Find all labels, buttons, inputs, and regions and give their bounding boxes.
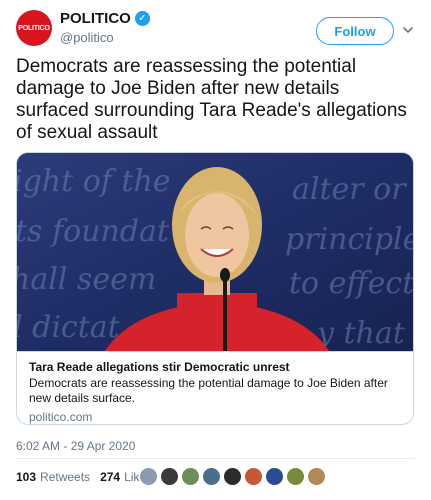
chevron-down-icon[interactable]	[402, 24, 414, 36]
svg-text:principle: principle	[285, 222, 414, 257]
liker-avatar-6[interactable]	[244, 467, 263, 486]
follow-button[interactable]: Follow	[316, 17, 394, 45]
retweets-count: 103	[16, 470, 37, 484]
liker-avatar-5[interactable]	[223, 467, 242, 486]
author-handle[interactable]: @politico	[60, 30, 150, 45]
link-card[interactable]: ight of the alter or t ts foundat princi…	[16, 152, 414, 425]
tweet-header: POLITICO POLITICO ✓ @politico Follow	[16, 10, 415, 50]
svg-text:hall seem: hall seem	[17, 262, 156, 297]
liker-avatar-7[interactable]	[265, 467, 284, 486]
liker-avatars	[139, 467, 328, 486]
card-image: ight of the alter or t ts foundat princi…	[17, 153, 414, 351]
svg-text:l dictat: l dictat	[17, 310, 121, 345]
tweet-text: Democrats are reassessing the potential …	[16, 56, 407, 143]
liker-avatar-8[interactable]	[286, 467, 305, 486]
author-avatar[interactable]: POLITICO	[16, 10, 52, 46]
card-title: Tara Reade allegations stir Democratic u…	[29, 360, 290, 374]
author-name-row: POLITICO ✓	[60, 10, 150, 27]
tweet-timestamp[interactable]: 6:02 AM - 29 Apr 2020	[16, 439, 135, 453]
svg-text:to effect th: to effect th	[289, 266, 414, 301]
card-photo: ight of the alter or t ts foundat princi…	[17, 153, 414, 351]
card-description: Democrats are reassessing the potential …	[29, 376, 388, 405]
divider	[16, 458, 415, 459]
verified-badge-icon: ✓	[134, 11, 150, 26]
svg-text:y that G: y that G	[315, 316, 414, 351]
retweets-label: Retweets	[40, 470, 91, 484]
liker-avatar-9[interactable]	[307, 467, 326, 486]
retweets-stat[interactable]: 103 Retweets	[16, 470, 90, 484]
author-name-block[interactable]: POLITICO ✓ @politico	[60, 10, 150, 45]
liker-avatar-1[interactable]	[139, 467, 158, 486]
card-domain: politico.com	[29, 410, 93, 424]
liker-avatar-4[interactable]	[202, 467, 221, 486]
liker-avatar-3[interactable]	[181, 467, 200, 486]
author-display-name[interactable]: POLITICO	[60, 10, 131, 27]
svg-text:ight of the: ight of the	[17, 164, 171, 199]
svg-text:ts foundat: ts foundat	[17, 214, 170, 249]
svg-text:alter or t: alter or t	[292, 172, 414, 207]
likes-count: 274	[100, 470, 121, 484]
liker-avatar-2[interactable]	[160, 467, 179, 486]
card-body: Tara Reade allegations stir Democratic u…	[17, 351, 413, 424]
